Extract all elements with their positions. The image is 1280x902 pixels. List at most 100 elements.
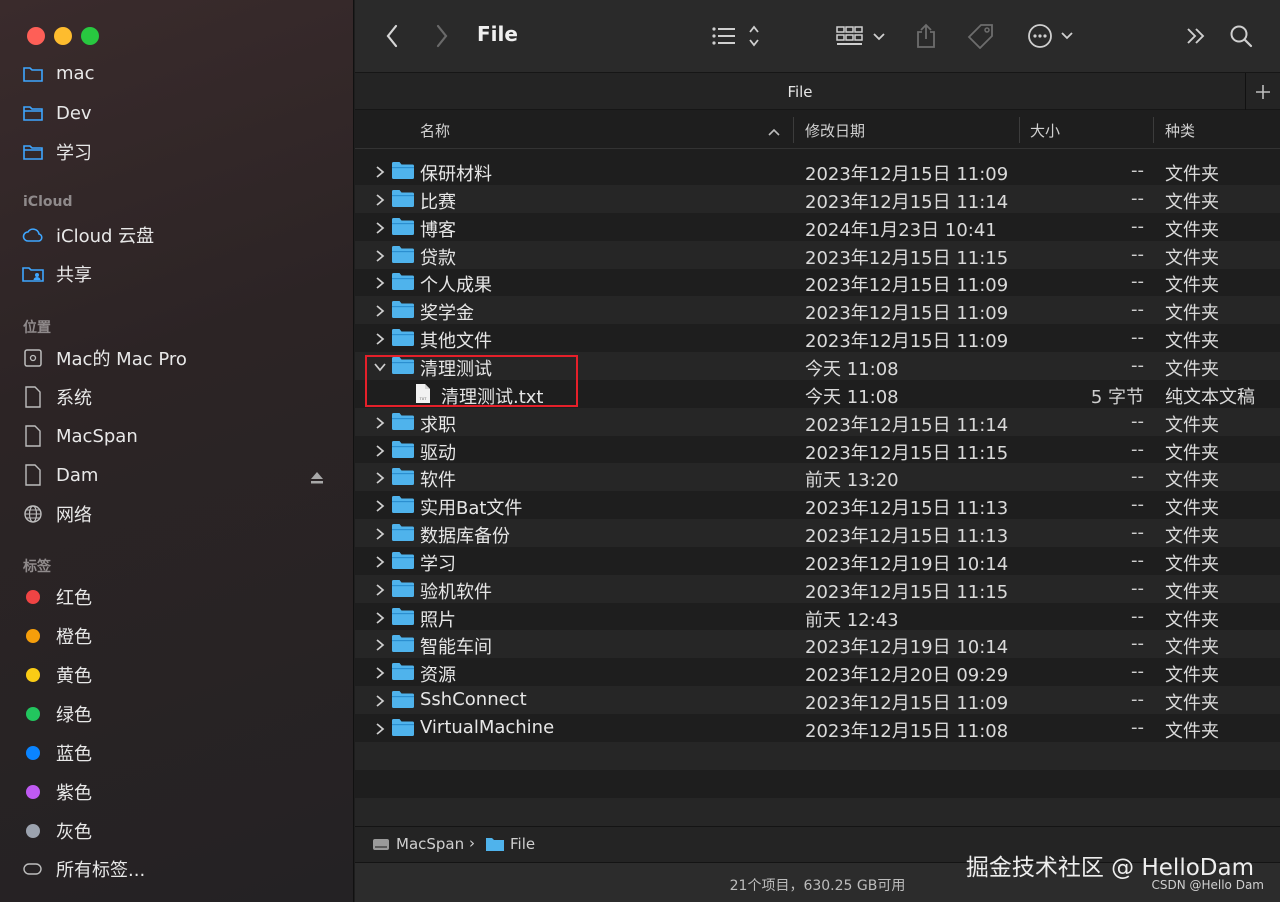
- chevron-right-icon[interactable]: [373, 525, 387, 540]
- column-date-header[interactable]: 修改日期: [805, 120, 865, 141]
- eject-icon[interactable]: [310, 468, 323, 484]
- sidebar-item-tag[interactable]: 红色: [22, 582, 332, 612]
- folder-row[interactable]: 比赛 2023年12月15日 11:14 -- 文件夹: [355, 184, 1280, 213]
- row-date: 今天 11:08: [805, 358, 899, 380]
- tag-button[interactable]: [967, 22, 995, 50]
- chevron-right-icon[interactable]: [373, 302, 387, 317]
- folder-row[interactable]: 照片 前天 12:43 -- 文件夹: [355, 603, 1280, 631]
- folder-row[interactable]: 验机软件 2023年12月15日 11:15 -- 文件夹: [355, 574, 1280, 603]
- folder-row[interactable]: 奖学金 2023年12月15日 11:09 -- 文件夹: [355, 296, 1280, 325]
- column-divider[interactable]: [1019, 117, 1020, 143]
- sidebar-item-tag[interactable]: 蓝色: [22, 738, 332, 768]
- row-name: 贷款: [420, 247, 456, 269]
- zoom-window-button[interactable]: [81, 27, 99, 45]
- row-name: 保研材料: [420, 164, 492, 185]
- folder-row[interactable]: VirtualMachine 2023年12月15日 11:08 -- 文件夹: [355, 714, 1280, 742]
- chevron-right-icon[interactable]: [373, 636, 387, 652]
- row-kind: 文件夹: [1165, 693, 1219, 715]
- sidebar-item-icloud-drive[interactable]: iCloud 云盘: [22, 220, 332, 250]
- sidebar-item-system[interactable]: 系统: [22, 382, 332, 412]
- sidebar-item-tag[interactable]: 紫色: [22, 777, 332, 807]
- row-date: 2023年12月15日 11:09: [805, 275, 1009, 297]
- chevron-right-icon[interactable]: [373, 191, 387, 206]
- chevron-right-icon[interactable]: [373, 609, 387, 624]
- sidebar-item-dev[interactable]: Dev: [22, 98, 332, 128]
- folder-row[interactable]: 智能车间 2023年12月19日 10:14 -- 文件夹: [355, 630, 1280, 659]
- row-date: 2023年12月15日 11:09: [805, 331, 1009, 353]
- chevron-right-icon[interactable]: [373, 692, 387, 707]
- sidebar-item-dam[interactable]: Dam: [22, 460, 332, 490]
- sidebar-item-macspan[interactable]: MacSpan: [22, 421, 332, 451]
- sidebar-item-study[interactable]: 学习: [22, 137, 332, 167]
- sidebar-item-mac-pro[interactable]: Mac的 Mac Pro: [22, 343, 332, 373]
- back-button[interactable]: [385, 22, 399, 50]
- folder-row[interactable]: 求职 2023年12月15日 11:14 -- 文件夹: [355, 407, 1280, 436]
- folder-row[interactable]: 贷款 2023年12月15日 11:15 -- 文件夹: [355, 240, 1280, 269]
- folder-icon: [392, 663, 414, 681]
- chevron-right-icon[interactable]: [373, 330, 387, 345]
- chevron-right-icon[interactable]: [373, 247, 387, 262]
- sidebar-item-tag[interactable]: 灰色: [22, 816, 332, 846]
- column-name-header[interactable]: 名称: [420, 120, 450, 141]
- forward-button[interactable]: [435, 22, 449, 50]
- chevron-right-icon[interactable]: [373, 664, 387, 679]
- row-kind: 文件夹: [1165, 553, 1219, 575]
- minimize-window-button[interactable]: [54, 27, 72, 45]
- chevron-right-icon[interactable]: [373, 414, 387, 429]
- sort-ascending-icon[interactable]: [767, 123, 781, 141]
- sidebar-item-shared[interactable]: 共享: [22, 259, 332, 289]
- chevron-right-icon[interactable]: [373, 553, 387, 568]
- chevron-right-icon[interactable]: [373, 469, 387, 484]
- share-button[interactable]: [915, 22, 937, 50]
- sidebar-item-tag[interactable]: 橙色: [22, 621, 332, 651]
- chevron-right-icon[interactable]: [373, 720, 387, 735]
- folder-row[interactable]: 个人成果 2023年12月15日 11:09 -- 文件夹: [355, 268, 1280, 296]
- tab-file[interactable]: File: [355, 83, 1245, 101]
- path-volume[interactable]: MacSpan: [396, 835, 464, 853]
- sidebar-item-label: 共享: [56, 265, 92, 286]
- folder-row[interactable]: 实用Bat文件 2023年12月15日 11:13 -- 文件夹: [355, 491, 1280, 519]
- path-folder[interactable]: File: [510, 835, 535, 853]
- folder-row[interactable]: 资源 2023年12月20日 09:29 -- 文件夹: [355, 658, 1280, 686]
- row-kind: 文件夹: [1165, 442, 1219, 464]
- column-size-header[interactable]: 大小: [1030, 120, 1060, 141]
- folder-row[interactable]: 其他文件 2023年12月15日 11:09 -- 文件夹: [355, 324, 1280, 352]
- new-tab-button[interactable]: [1245, 73, 1280, 110]
- sidebar-item-network[interactable]: 网络: [22, 499, 332, 529]
- chevron-right-icon[interactable]: [373, 219, 387, 234]
- row-size: --: [1131, 689, 1144, 711]
- folder-row[interactable]: 保研材料 2023年12月15日 11:09 -- 文件夹: [355, 157, 1280, 185]
- search-button[interactable]: [1229, 22, 1253, 50]
- sidebar-item-tag[interactable]: 绿色: [22, 699, 332, 729]
- sidebar-item-all-tags[interactable]: 所有标签...: [22, 854, 332, 884]
- row-name: 个人成果: [420, 275, 492, 297]
- close-window-button[interactable]: [27, 27, 45, 45]
- folder-row[interactable]: 驱动 2023年12月15日 11:15 -- 文件夹: [355, 436, 1280, 464]
- folder-icon: [392, 524, 414, 542]
- sidebar-item-mac[interactable]: mac: [22, 60, 332, 86]
- row-kind: 文件夹: [1165, 191, 1219, 213]
- folder-icon: [486, 837, 504, 855]
- chevron-right-icon[interactable]: [373, 442, 387, 457]
- sidebar-item-label: 黄色: [56, 666, 92, 687]
- chevron-right-icon[interactable]: [373, 497, 387, 512]
- folder-row[interactable]: 数据库备份 2023年12月15日 11:13 -- 文件夹: [355, 519, 1280, 548]
- action-menu-button[interactable]: [1027, 22, 1075, 50]
- folder-row[interactable]: 学习 2023年12月19日 10:14 -- 文件夹: [355, 547, 1280, 575]
- toolbar-overflow-button[interactable]: [1185, 22, 1207, 50]
- folder-row[interactable]: 软件 前天 13:20 -- 文件夹: [355, 463, 1280, 492]
- chevron-right-icon[interactable]: [373, 274, 387, 290]
- chevron-right-icon[interactable]: [373, 581, 387, 596]
- row-date: 前天 12:43: [805, 609, 899, 631]
- column-kind-header[interactable]: 种类: [1165, 120, 1195, 141]
- folder-row[interactable]: SshConnect 2023年12月15日 11:09 -- 文件夹: [355, 686, 1280, 715]
- view-mode-list-button[interactable]: [711, 22, 761, 50]
- sidebar-item-label: 系统: [56, 388, 92, 409]
- chevron-right-icon[interactable]: [373, 163, 387, 178]
- group-by-button[interactable]: [835, 22, 887, 50]
- column-divider[interactable]: [793, 117, 794, 143]
- sidebar-item-tag[interactable]: 黄色: [22, 660, 332, 690]
- sidebar-item-label: 红色: [56, 588, 92, 609]
- column-divider[interactable]: [1153, 117, 1154, 143]
- folder-row[interactable]: 博客 2024年1月23日 10:41 -- 文件夹: [355, 213, 1280, 241]
